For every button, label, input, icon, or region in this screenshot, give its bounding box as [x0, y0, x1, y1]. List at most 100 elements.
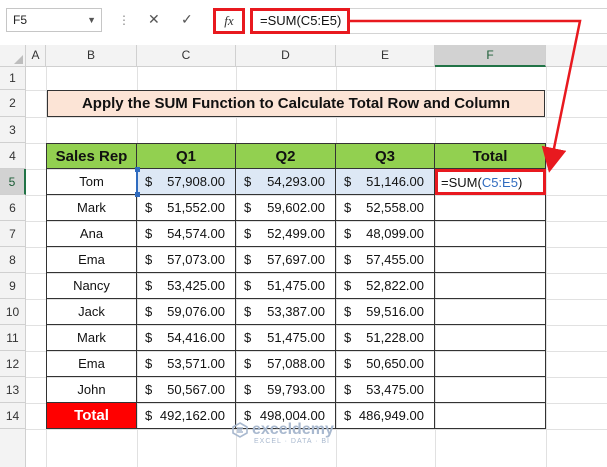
sales-rep-cell[interactable]: Mark [46, 195, 137, 221]
quarter-value-cell[interactable]: $51,475.00 [236, 273, 336, 299]
row-header-9[interactable]: 9 [0, 273, 26, 299]
quarter-value-cell[interactable]: $53,425.00 [137, 273, 236, 299]
column-header-e[interactable]: E [336, 45, 435, 67]
select-all-corner[interactable] [0, 45, 26, 67]
row-header-4[interactable]: 4 [0, 143, 26, 169]
sales-rep-name: Nancy [73, 278, 110, 293]
quarter-value-cell[interactable]: $51,475.00 [236, 325, 336, 351]
total-cell[interactable] [435, 273, 546, 299]
quarter-value-cell[interactable]: $52,558.00 [336, 195, 435, 221]
column-total-cell[interactable]: $486,949.00 [336, 403, 435, 429]
quarter-value-cell[interactable]: $59,793.00 [236, 377, 336, 403]
amount-value: 51,475.00 [267, 330, 325, 345]
amount-value: 51,146.00 [366, 174, 424, 189]
quarter-value-cell[interactable]: $57,455.00 [336, 247, 435, 273]
quarter-value-cell[interactable]: $48,099.00 [336, 221, 435, 247]
row-header-13[interactable]: 13 [0, 377, 26, 403]
sales-rep-cell[interactable]: Ema [46, 351, 137, 377]
name-box[interactable]: F5 ▼ [6, 8, 102, 32]
quarter-value-cell[interactable]: $59,076.00 [137, 299, 236, 325]
row-header-3[interactable]: 3 [0, 117, 26, 143]
insert-function-button[interactable]: fx [213, 8, 245, 34]
quarter-value-cell[interactable]: $50,567.00 [137, 377, 236, 403]
chevron-down-icon[interactable]: ▼ [87, 9, 96, 31]
cancel-icon[interactable]: ✕ [148, 11, 160, 28]
row-header-11[interactable]: 11 [0, 325, 26, 351]
formula-text: =SUM(C5:E5) [260, 13, 342, 28]
column-header-label: C [181, 48, 191, 62]
row-header-8[interactable]: 8 [0, 247, 26, 273]
table-header-cell[interactable]: Sales Rep [46, 143, 137, 169]
formula-toolbar: F5 ▼ ⋮ ✕ ✓ fx =SUM(C5:E5) [0, 0, 607, 46]
grand-total-cell[interactable] [435, 403, 546, 429]
quarter-value-cell[interactable]: $54,416.00 [137, 325, 236, 351]
row-header-5[interactable]: 5 [0, 169, 26, 195]
quarter-value-cell[interactable]: $54,293.00 [236, 169, 336, 195]
table-header-cell[interactable]: Q1 [137, 143, 236, 169]
active-formula-cell[interactable]: =SUM(C5:E5) [435, 169, 546, 195]
sales-rep-cell[interactable]: Ana [46, 221, 137, 247]
more-options-icon[interactable]: ⋮ [118, 13, 130, 27]
row-header-2[interactable]: 2 [0, 90, 26, 117]
row-header-10[interactable]: 10 [0, 299, 26, 325]
column-header-f[interactable]: F [435, 45, 546, 67]
column-header-b[interactable]: B [46, 45, 137, 67]
column-header-a[interactable]: A [26, 45, 46, 67]
quarter-value-cell[interactable]: $51,228.00 [336, 325, 435, 351]
quarter-value-cell[interactable]: $52,499.00 [236, 221, 336, 247]
quarter-value-cell[interactable]: $53,571.00 [137, 351, 236, 377]
quarter-value-cell[interactable]: $54,574.00 [137, 221, 236, 247]
row-header-15[interactable] [0, 429, 26, 467]
quarter-value-cell[interactable]: $57,697.00 [236, 247, 336, 273]
quarter-value-cell[interactable]: $59,602.00 [236, 195, 336, 221]
column-total-cell[interactable]: $492,162.00 [137, 403, 236, 429]
quarter-value-cell[interactable]: $51,552.00 [137, 195, 236, 221]
quarter-value-cell[interactable]: $53,475.00 [336, 377, 435, 403]
column-header-label: F [486, 48, 494, 62]
total-label-cell[interactable]: Total [46, 403, 137, 429]
table-header-cell[interactable]: Total [435, 143, 546, 169]
sales-rep-cell[interactable]: John [46, 377, 137, 403]
total-cell[interactable] [435, 247, 546, 273]
sales-rep-cell[interactable]: Tom [46, 169, 137, 195]
enter-icon[interactable]: ✓ [181, 11, 193, 28]
quarter-value-cell[interactable]: $57,908.00 [137, 169, 236, 195]
formula-input[interactable]: =SUM(C5:E5) [250, 8, 350, 34]
quarter-value-cell[interactable]: $53,387.00 [236, 299, 336, 325]
quarter-value-cell[interactable]: $50,650.00 [336, 351, 435, 377]
exceldemy-logo-icon [232, 422, 248, 438]
total-label: Total [74, 407, 109, 424]
sales-rep-cell[interactable]: Nancy [46, 273, 137, 299]
quarter-value-cell[interactable]: $57,073.00 [137, 247, 236, 273]
amount-value: 50,567.00 [167, 382, 225, 397]
total-amount: 486,949.00 [358, 408, 424, 423]
column-header-g[interactable] [546, 45, 607, 67]
column-header-c[interactable]: C [137, 45, 236, 67]
currency-symbol: $ [344, 330, 352, 345]
total-cell[interactable] [435, 325, 546, 351]
formula-range-ref: C5:E5 [481, 174, 518, 190]
total-cell[interactable] [435, 299, 546, 325]
quarter-value-cell[interactable]: $52,822.00 [336, 273, 435, 299]
sales-rep-cell[interactable]: Mark [46, 325, 137, 351]
row-header-6[interactable]: 6 [0, 195, 26, 221]
formula-bar-extension[interactable] [350, 8, 607, 34]
row-header-7[interactable]: 7 [0, 221, 26, 247]
total-cell[interactable] [435, 377, 546, 403]
row-header-1[interactable]: 1 [0, 67, 26, 90]
quarter-value-cell[interactable]: $51,146.00 [336, 169, 435, 195]
column-header-d[interactable]: D [236, 45, 336, 67]
amount-value: 51,552.00 [167, 200, 225, 215]
total-cell[interactable] [435, 221, 546, 247]
row-header-12[interactable]: 12 [0, 351, 26, 377]
sales-rep-cell[interactable]: Ema [46, 247, 137, 273]
quarter-value-cell[interactable]: $59,516.00 [336, 299, 435, 325]
total-cell[interactable] [435, 195, 546, 221]
sales-rep-cell[interactable]: Jack [46, 299, 137, 325]
amount-value: 53,425.00 [167, 278, 225, 293]
total-cell[interactable] [435, 351, 546, 377]
row-header-14[interactable]: 14 [0, 403, 26, 429]
table-header-cell[interactable]: Q3 [336, 143, 435, 169]
quarter-value-cell[interactable]: $57,088.00 [236, 351, 336, 377]
table-header-cell[interactable]: Q2 [236, 143, 336, 169]
